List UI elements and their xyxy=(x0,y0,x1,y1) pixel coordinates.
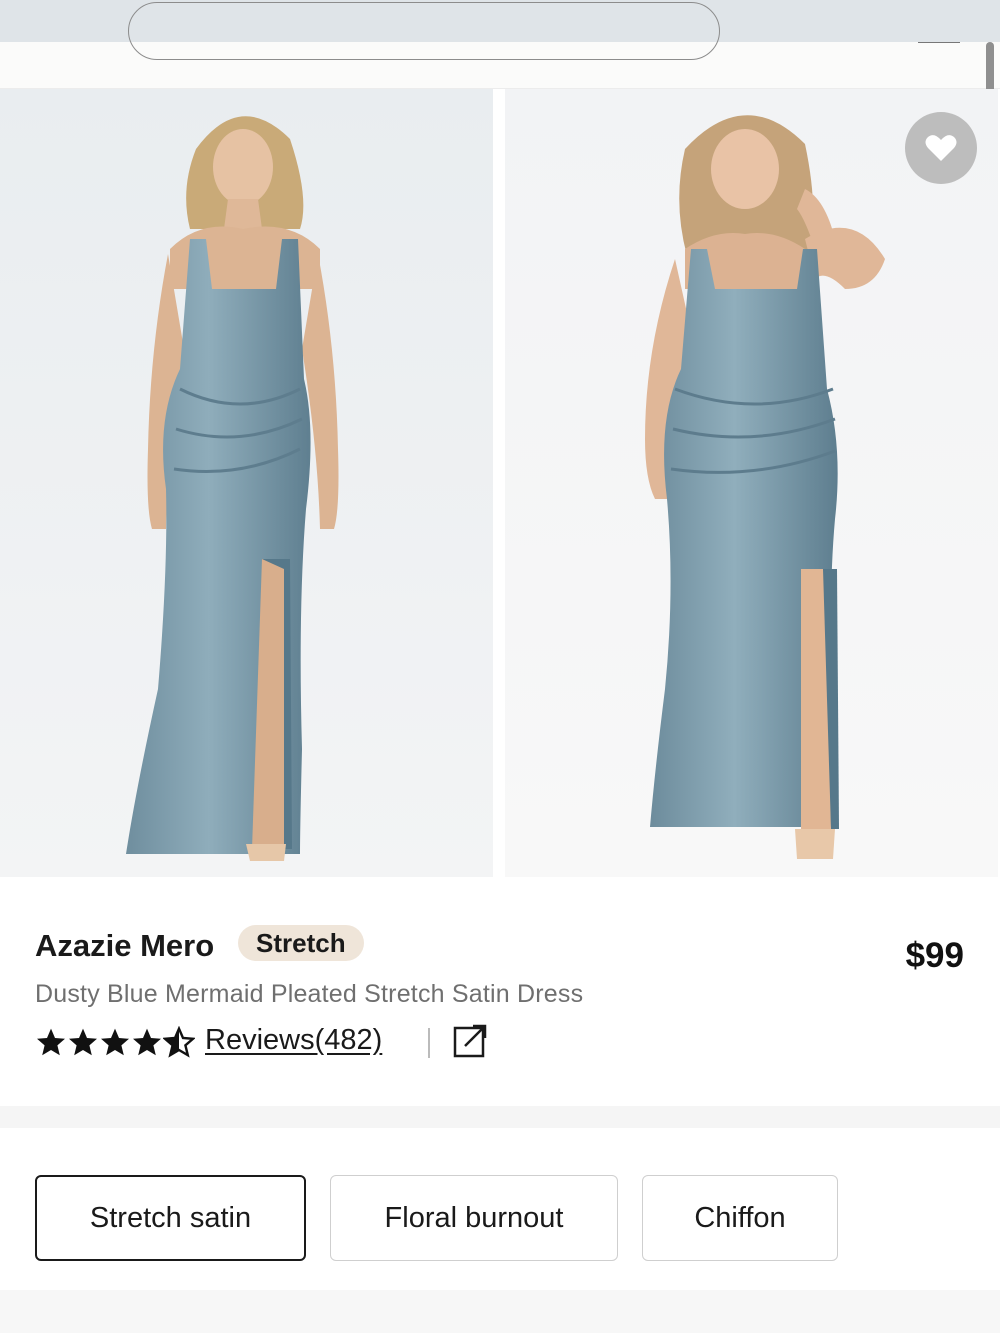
fabric-option-stretch-satin[interactable]: Stretch satin xyxy=(35,1175,306,1261)
star-half-icon xyxy=(163,1026,195,1058)
star-full-icon xyxy=(133,1028,161,1056)
product-gallery xyxy=(0,89,1000,877)
fabric-option-chiffon[interactable]: Chiffon xyxy=(642,1175,838,1261)
star-full-icon xyxy=(37,1028,65,1056)
divider xyxy=(428,1028,430,1058)
star-full-icon xyxy=(69,1028,97,1056)
search-input[interactable] xyxy=(128,2,720,60)
product-info: Azazie Mero Stretch $99 Dusty Blue Merma… xyxy=(0,878,1000,1106)
star-full-icon xyxy=(101,1028,129,1056)
product-image-front[interactable] xyxy=(0,89,493,877)
fabric-option-floral-burnout[interactable]: Floral burnout xyxy=(330,1175,618,1261)
reviews-link[interactable]: Reviews(482) xyxy=(205,1024,382,1057)
site-header xyxy=(0,2,1000,89)
rating-stars xyxy=(35,1026,195,1060)
external-link-icon[interactable] xyxy=(453,1024,487,1058)
section-divider xyxy=(0,1106,1000,1128)
menu-icon[interactable] xyxy=(918,42,960,43)
heart-icon xyxy=(925,135,957,161)
product-image-alternate[interactable] xyxy=(505,89,998,877)
brand-name: Azazie Mero xyxy=(35,928,215,963)
product-name: Dusty Blue Mermaid Pleated Stretch Satin… xyxy=(35,980,584,1008)
stretch-badge: Stretch xyxy=(238,925,364,961)
section-divider-bottom xyxy=(0,1290,1000,1333)
favorite-button[interactable] xyxy=(905,112,977,184)
product-price: $99 xyxy=(905,936,964,975)
